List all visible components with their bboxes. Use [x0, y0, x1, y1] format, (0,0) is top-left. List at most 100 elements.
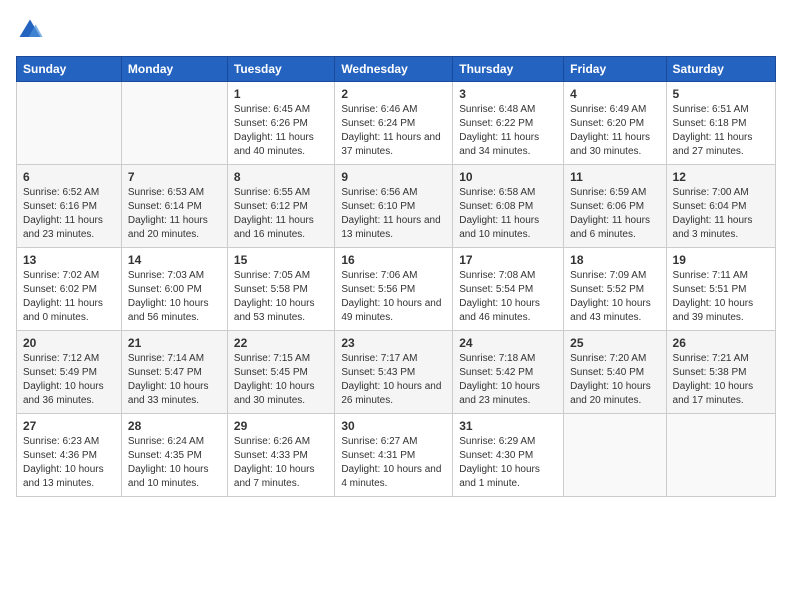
week-row-5: 27Sunrise: 6:23 AM Sunset: 4:36 PM Dayli… [17, 414, 776, 497]
day-info: Sunrise: 6:46 AM Sunset: 6:24 PM Dayligh… [341, 103, 446, 159]
day-cell [121, 82, 227, 165]
day-cell: 21 Sunrise: 7:14 AM Sunset: 5:47 PM Dayli… [121, 331, 227, 414]
day-info: Sunrise: 6:23 AM Sunset: 4:36 PM Dayligh… [23, 435, 115, 491]
day-cell: 25 Sunrise: 7:20 AM Sunset: 5:40 PM Dayli… [564, 331, 666, 414]
day-cell: 11 Sunrise: 6:59 AM Sunset: 6:06 PM Dayli… [564, 165, 666, 248]
day-info: Sunrise: 7:05 AM Sunset: 5:58 PM Dayligh… [234, 269, 328, 325]
day-info: Sunrise: 6:52 AM Sunset: 6:16 PM Dayligh… [23, 186, 115, 242]
day-number: 8 [234, 170, 328, 184]
col-header-friday: Friday [564, 57, 666, 82]
day-cell: 16 Sunrise: 7:06 AM Sunset: 5:56 PM Dayli… [335, 248, 453, 331]
day-cell: 9Sunrise: 6:56 AM Sunset: 6:10 PM Daylig… [335, 165, 453, 248]
day-cell: 26 Sunrise: 7:21 AM Sunset: 5:38 PM Dayli… [666, 331, 775, 414]
day-cell [666, 414, 775, 497]
day-info: Sunrise: 7:15 AM Sunset: 5:45 PM Dayligh… [234, 352, 328, 408]
day-info: Sunrise: 7:20 AM Sunset: 5:40 PM Dayligh… [570, 352, 659, 408]
week-row-1: 1Sunrise: 6:45 AM Sunset: 6:26 PM Daylig… [17, 82, 776, 165]
day-number: 31 [459, 419, 557, 433]
col-header-monday: Monday [121, 57, 227, 82]
day-cell: 4 Sunrise: 6:49 AM Sunset: 6:20 PM Daylig… [564, 82, 666, 165]
day-cell: 1Sunrise: 6:45 AM Sunset: 6:26 PM Daylig… [227, 82, 334, 165]
day-cell [17, 82, 122, 165]
day-cell: 10 Sunrise: 6:58 AM Sunset: 6:08 PM Dayli… [453, 165, 564, 248]
day-info: Sunrise: 7:12 AM Sunset: 5:49 PM Dayligh… [23, 352, 115, 408]
day-info: Sunrise: 6:55 AM Sunset: 6:12 PM Dayligh… [234, 186, 328, 242]
day-number: 4 [570, 87, 659, 101]
day-number: 19 [673, 253, 769, 267]
day-info: Sunrise: 6:27 AM Sunset: 4:31 PM Dayligh… [341, 435, 446, 491]
day-cell: 20 Sunrise: 7:12 AM Sunset: 5:49 PM Dayli… [17, 331, 122, 414]
day-cell: 30 Sunrise: 6:27 AM Sunset: 4:31 PM Dayli… [335, 414, 453, 497]
day-info: Sunrise: 6:53 AM Sunset: 6:14 PM Dayligh… [128, 186, 221, 242]
day-number: 26 [673, 336, 769, 350]
day-number: 29 [234, 419, 328, 433]
day-number: 6 [23, 170, 115, 184]
day-cell: 13Sunrise: 7:02 AM Sunset: 6:02 PM Dayli… [17, 248, 122, 331]
day-number: 25 [570, 336, 659, 350]
day-cell: 31 Sunrise: 6:29 AM Sunset: 4:30 PM Dayli… [453, 414, 564, 497]
page-header [16, 16, 776, 44]
day-number: 14 [128, 253, 221, 267]
day-cell: 28 Sunrise: 6:24 AM Sunset: 4:35 PM Dayli… [121, 414, 227, 497]
day-info: Sunrise: 7:08 AM Sunset: 5:54 PM Dayligh… [459, 269, 557, 325]
day-info: Sunrise: 7:14 AM Sunset: 5:47 PM Dayligh… [128, 352, 221, 408]
header-row: SundayMondayTuesdayWednesdayThursdayFrid… [17, 57, 776, 82]
day-number: 28 [128, 419, 221, 433]
col-header-saturday: Saturday [666, 57, 775, 82]
week-row-3: 13Sunrise: 7:02 AM Sunset: 6:02 PM Dayli… [17, 248, 776, 331]
day-info: Sunrise: 7:00 AM Sunset: 6:04 PM Dayligh… [673, 186, 769, 242]
day-number: 13 [23, 253, 115, 267]
day-info: Sunrise: 7:11 AM Sunset: 5:51 PM Dayligh… [673, 269, 769, 325]
day-number: 22 [234, 336, 328, 350]
day-number: 30 [341, 419, 446, 433]
day-number: 12 [673, 170, 769, 184]
day-number: 21 [128, 336, 221, 350]
day-info: Sunrise: 7:21 AM Sunset: 5:38 PM Dayligh… [673, 352, 769, 408]
day-cell: 2 Sunrise: 6:46 AM Sunset: 6:24 PM Daylig… [335, 82, 453, 165]
col-header-sunday: Sunday [17, 57, 122, 82]
day-number: 23 [341, 336, 446, 350]
logo [16, 16, 48, 44]
day-info: Sunrise: 6:45 AM Sunset: 6:26 PM Dayligh… [234, 103, 328, 159]
logo-icon [16, 16, 44, 44]
day-number: 3 [459, 87, 557, 101]
day-cell: 23 Sunrise: 7:17 AM Sunset: 5:43 PM Dayli… [335, 331, 453, 414]
day-cell: 22 Sunrise: 7:15 AM Sunset: 5:45 PM Dayli… [227, 331, 334, 414]
day-cell: 17Sunrise: 7:08 AM Sunset: 5:54 PM Dayli… [453, 248, 564, 331]
day-info: Sunrise: 7:09 AM Sunset: 5:52 PM Dayligh… [570, 269, 659, 325]
day-info: Sunrise: 6:29 AM Sunset: 4:30 PM Dayligh… [459, 435, 557, 491]
day-info: Sunrise: 7:17 AM Sunset: 5:43 PM Dayligh… [341, 352, 446, 408]
day-info: Sunrise: 6:51 AM Sunset: 6:18 PM Dayligh… [673, 103, 769, 159]
col-header-tuesday: Tuesday [227, 57, 334, 82]
day-number: 16 [341, 253, 446, 267]
day-info: Sunrise: 6:26 AM Sunset: 4:33 PM Dayligh… [234, 435, 328, 491]
day-cell: 19 Sunrise: 7:11 AM Sunset: 5:51 PM Dayli… [666, 248, 775, 331]
day-number: 24 [459, 336, 557, 350]
day-cell: 24 Sunrise: 7:18 AM Sunset: 5:42 PM Dayli… [453, 331, 564, 414]
day-cell: 29 Sunrise: 6:26 AM Sunset: 4:33 PM Dayli… [227, 414, 334, 497]
day-info: Sunrise: 6:59 AM Sunset: 6:06 PM Dayligh… [570, 186, 659, 242]
day-number: 11 [570, 170, 659, 184]
day-number: 7 [128, 170, 221, 184]
day-cell: 7 Sunrise: 6:53 AM Sunset: 6:14 PM Daylig… [121, 165, 227, 248]
day-info: Sunrise: 7:06 AM Sunset: 5:56 PM Dayligh… [341, 269, 446, 325]
day-number: 10 [459, 170, 557, 184]
day-info: Sunrise: 7:18 AM Sunset: 5:42 PM Dayligh… [459, 352, 557, 408]
day-cell: 18 Sunrise: 7:09 AM Sunset: 5:52 PM Dayli… [564, 248, 666, 331]
day-cell: 6 Sunrise: 6:52 AM Sunset: 6:16 PM Daylig… [17, 165, 122, 248]
col-header-thursday: Thursday [453, 57, 564, 82]
week-row-2: 6 Sunrise: 6:52 AM Sunset: 6:16 PM Daylig… [17, 165, 776, 248]
day-cell: 12 Sunrise: 7:00 AM Sunset: 6:04 PM Dayli… [666, 165, 775, 248]
day-info: Sunrise: 6:24 AM Sunset: 4:35 PM Dayligh… [128, 435, 221, 491]
day-info: Sunrise: 6:56 AM Sunset: 6:10 PM Dayligh… [341, 186, 446, 242]
day-cell [564, 414, 666, 497]
day-number: 18 [570, 253, 659, 267]
day-info: Sunrise: 6:49 AM Sunset: 6:20 PM Dayligh… [570, 103, 659, 159]
day-number: 2 [341, 87, 446, 101]
day-number: 20 [23, 336, 115, 350]
day-cell: 8 Sunrise: 6:55 AM Sunset: 6:12 PM Daylig… [227, 165, 334, 248]
day-cell: 27Sunrise: 6:23 AM Sunset: 4:36 PM Dayli… [17, 414, 122, 497]
day-cell: 3Sunrise: 6:48 AM Sunset: 6:22 PM Daylig… [453, 82, 564, 165]
day-number: 5 [673, 87, 769, 101]
day-info: Sunrise: 6:58 AM Sunset: 6:08 PM Dayligh… [459, 186, 557, 242]
